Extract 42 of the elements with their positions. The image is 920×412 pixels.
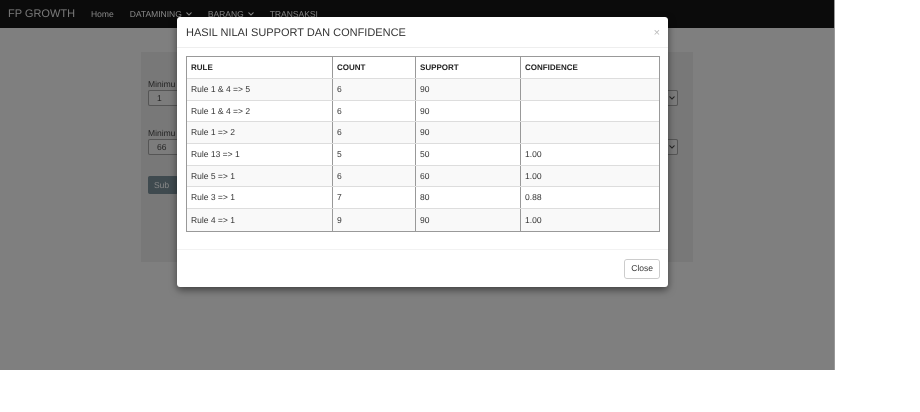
- table-cell: 6: [337, 82, 342, 96]
- table-cell: 90: [420, 126, 430, 140]
- table-cell: Rule 3 => 1: [191, 191, 235, 204]
- table-cell: Rule 5 => 1: [191, 170, 235, 182]
- table-cell: 9: [337, 214, 342, 226]
- brand-title[interactable]: FP GROWTH: [8, 6, 76, 22]
- table-cell: 1.00: [525, 148, 542, 161]
- table-cell: 90: [420, 214, 430, 226]
- table-cell: Rule 1 & 4 => 5: [191, 82, 250, 96]
- column-header: CONFIDENCE: [525, 62, 578, 74]
- field-label: Minimu: [148, 79, 176, 89]
- chevron-down-icon: [669, 96, 675, 100]
- caret-icon: [186, 12, 192, 16]
- column-header: COUNT: [337, 62, 366, 74]
- table-cell: 90: [420, 82, 430, 96]
- close-button[interactable]: Close: [624, 258, 660, 278]
- table-cell: 1.00: [525, 214, 542, 226]
- table-cell: Rule 13 => 1: [191, 148, 240, 161]
- table-cell: 7: [337, 191, 342, 204]
- table-cell: 80: [420, 191, 430, 204]
- field-label: Minimu: [148, 128, 176, 138]
- table-cell: 60: [420, 170, 430, 182]
- table-cell: 6: [337, 170, 342, 182]
- nav-link[interactable]: Home: [91, 8, 114, 20]
- column-header: RULE: [191, 62, 213, 74]
- table-cell: 5: [337, 148, 342, 161]
- column-header: SUPPORT: [420, 62, 459, 74]
- table-cell: 50: [420, 148, 430, 161]
- caret-icon: [248, 12, 254, 16]
- modal-title: HASIL NILAI SUPPORT DAN CONFIDENCE: [186, 26, 406, 41]
- table-cell: Rule 4 => 1: [191, 214, 235, 226]
- nav-link[interactable]: DATAMINING: [130, 8, 192, 20]
- table-cell: 6: [337, 104, 342, 118]
- nav-link[interactable]: BARANG: [208, 8, 254, 20]
- table-cell: 90: [420, 104, 430, 118]
- table-cell: Rule 1 & 4 => 2: [191, 104, 250, 118]
- table-cell: 6: [337, 126, 342, 140]
- table-cell: 0.88: [525, 191, 542, 204]
- chevron-down-icon: [669, 145, 675, 149]
- nav-link[interactable]: TRANSAKSI: [270, 8, 318, 20]
- table-cell: 1.00: [525, 170, 542, 182]
- table-cell: Rule 1 => 2: [191, 126, 235, 140]
